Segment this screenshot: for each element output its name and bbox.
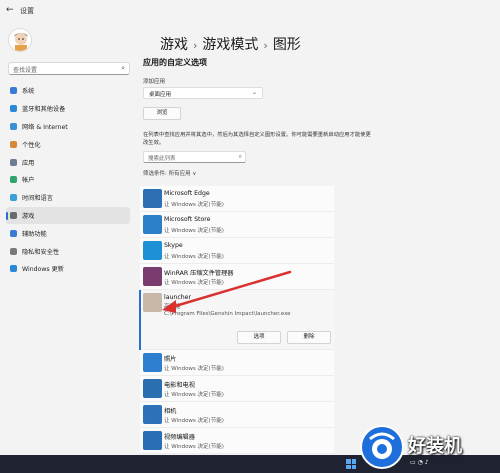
watermark-logo-icon	[369, 432, 395, 459]
annotation-arrow-icon	[162, 270, 292, 313]
system-tray-icons[interactable]: ▭ ◔ ♪	[410, 459, 429, 466]
watermark-logo	[360, 425, 404, 469]
watermark-text: 好装机	[408, 436, 462, 457]
windows-start-icon[interactable]	[346, 459, 356, 469]
